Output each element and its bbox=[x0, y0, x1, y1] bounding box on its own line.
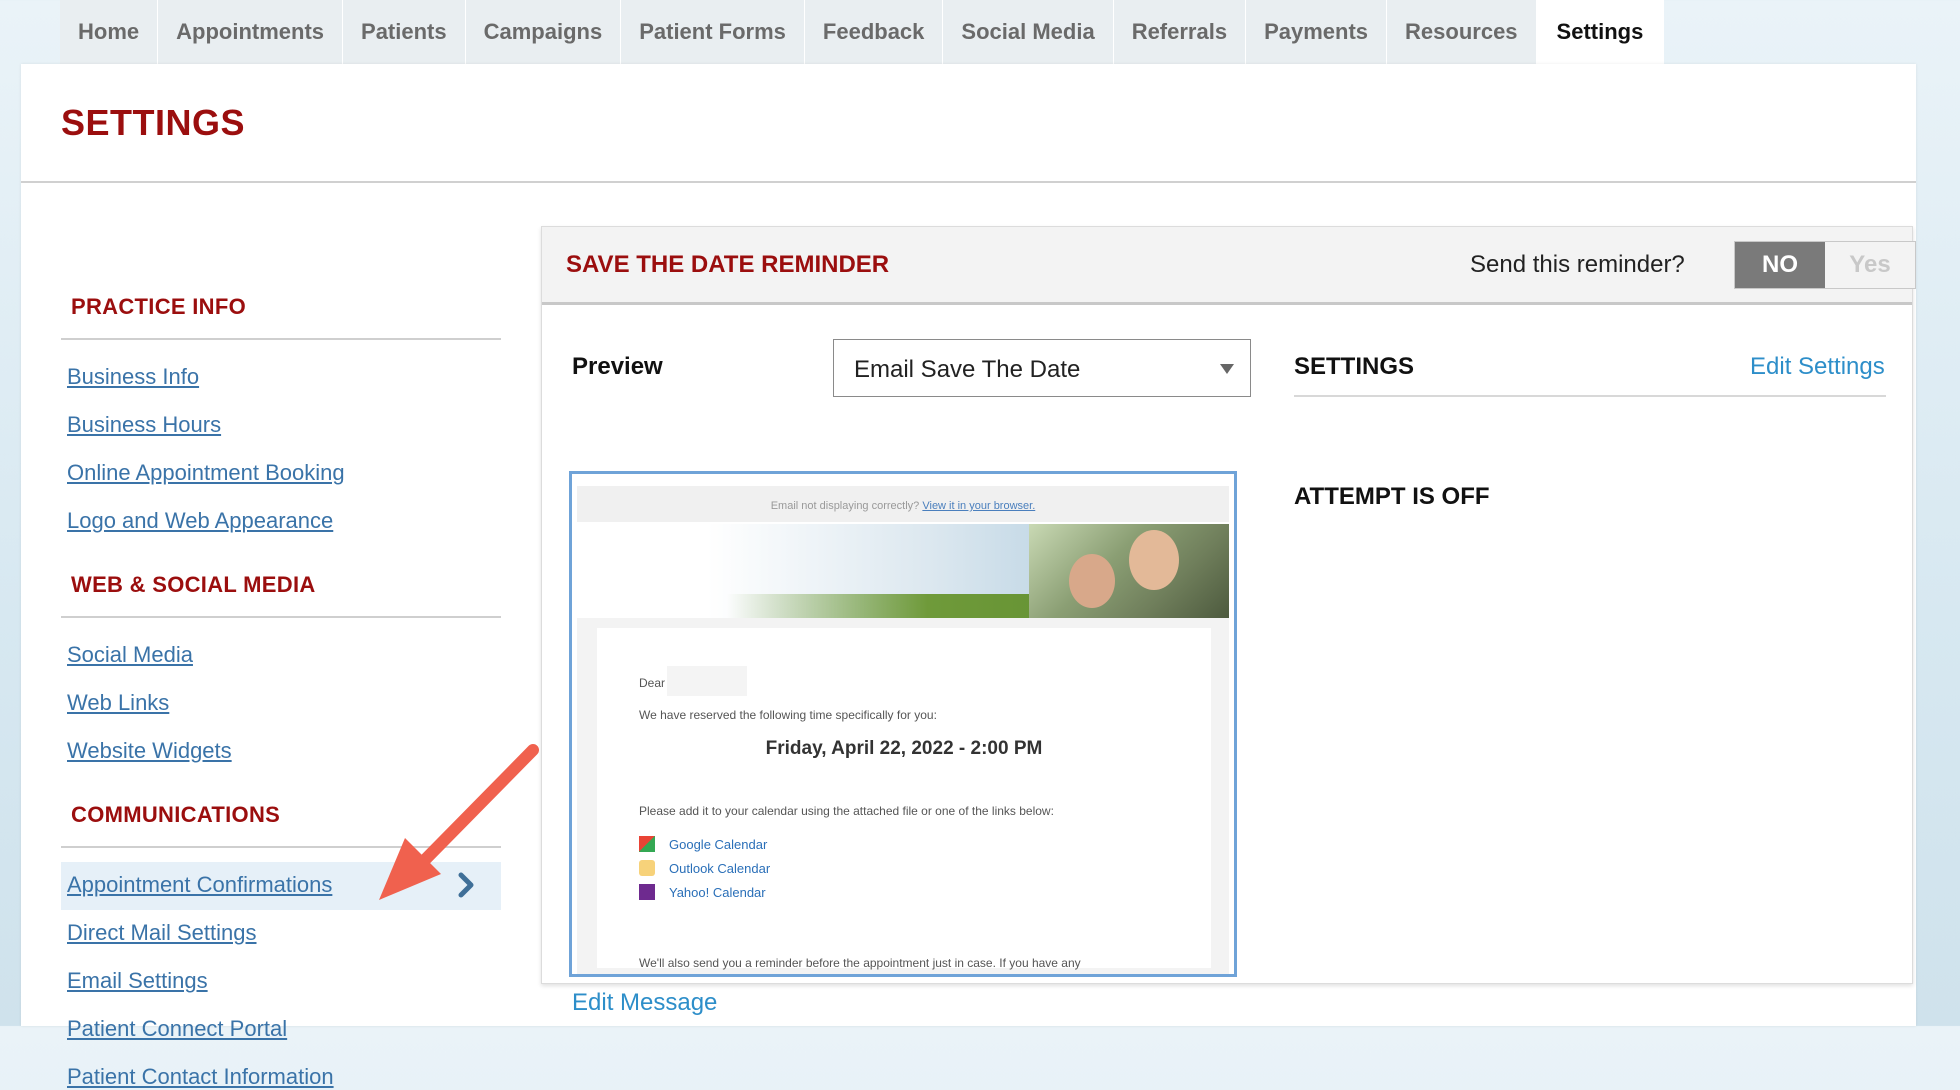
section-heading-communications: COMMUNICATIONS bbox=[71, 802, 281, 827]
title-divider bbox=[21, 181, 1916, 183]
annotation-arrow-icon bbox=[379, 744, 539, 900]
email-greeting: Dear bbox=[639, 676, 666, 690]
tab-home[interactable]: Home bbox=[60, 0, 159, 64]
toggle-yes-button[interactable]: Yes bbox=[1825, 242, 1915, 288]
section-divider bbox=[61, 616, 501, 618]
email-calendar-outlook[interactable]: Outlook Calendar bbox=[639, 860, 770, 876]
preview-label: Preview bbox=[572, 353, 663, 380]
tab-feedback[interactable]: Feedback bbox=[804, 0, 944, 64]
main-panel: SETTINGS PRACTICE INFO Business Info Bus… bbox=[21, 64, 1916, 1089]
sidebar-link-logo-web-appearance[interactable]: Logo and Web Appearance bbox=[67, 508, 333, 534]
email-appointment-date: Friday, April 22, 2022 - 2:00 PM bbox=[765, 738, 1043, 759]
outlook-calendar-icon bbox=[639, 860, 655, 876]
email-calendar-instructions: Please add it to your calendar using the… bbox=[639, 804, 1054, 818]
banner-person bbox=[1069, 554, 1115, 608]
sidebar-link-social-media[interactable]: Social Media bbox=[67, 642, 193, 668]
tab-campaigns[interactable]: Campaigns bbox=[465, 0, 622, 64]
toggle-no-button[interactable]: NO bbox=[1735, 242, 1825, 288]
sidebar-link-online-booking[interactable]: Online Appointment Booking bbox=[67, 460, 345, 486]
sidebar-link-business-info[interactable]: Business Info bbox=[67, 364, 199, 390]
section-divider bbox=[61, 338, 501, 340]
email-reminder-text: We'll also send you a reminder before th… bbox=[639, 956, 1081, 970]
banner-photo bbox=[1029, 524, 1229, 618]
save-the-date-reminder-card: SAVE THE DATE REMINDER Send this reminde… bbox=[541, 226, 1916, 1016]
card-header: SAVE THE DATE REMINDER Send this reminde… bbox=[542, 227, 1916, 305]
sidebar-link-direct-mail[interactable]: Direct Mail Settings bbox=[67, 920, 257, 946]
yahoo-calendar-icon bbox=[639, 884, 655, 900]
settings-divider bbox=[1294, 395, 1886, 397]
top-navigation: Home Appointments Patients Campaigns Pat… bbox=[60, 0, 1665, 64]
sidebar-link-patient-connect[interactable]: Patient Connect Portal bbox=[67, 1016, 287, 1042]
section-heading-web-social: WEB & SOCIAL MEDIA bbox=[71, 572, 316, 597]
email-content: Dear We have reserved the following time… bbox=[597, 628, 1211, 970]
view-in-browser-link[interactable]: View it in your browser. bbox=[922, 500, 1035, 512]
tab-payments[interactable]: Payments bbox=[1246, 0, 1388, 64]
tab-patient-forms[interactable]: Patient Forms bbox=[621, 0, 805, 64]
sidebar-link-business-hours[interactable]: Business Hours bbox=[67, 412, 221, 438]
email-calendar-yahoo[interactable]: Yahoo! Calendar bbox=[639, 884, 766, 900]
edit-message-link[interactable]: Edit Message bbox=[572, 989, 717, 1017]
yahoo-calendar-link[interactable]: Yahoo! Calendar bbox=[669, 885, 766, 900]
email-preview: Email not displaying correctly? View it … bbox=[569, 471, 1237, 977]
preview-select-value: Email Save The Date bbox=[854, 356, 1081, 383]
edit-settings-link[interactable]: Edit Settings bbox=[1750, 353, 1885, 381]
email-banner-image bbox=[577, 524, 1229, 618]
tab-referrals[interactable]: Referrals bbox=[1113, 0, 1247, 64]
sidebar-link-email-settings[interactable]: Email Settings bbox=[67, 968, 208, 994]
email-not-displaying-text: Email not displaying correctly? bbox=[770, 500, 920, 512]
sidebar-link-appointment-confirmations[interactable]: Appointment Confirmations bbox=[67, 872, 332, 898]
email-body: Dear We have reserved the following time… bbox=[577, 618, 1229, 974]
attempt-status: ATTEMPT IS OFF bbox=[1294, 483, 1490, 510]
caret-down-icon bbox=[1220, 364, 1234, 374]
sidebar-link-patient-contact[interactable]: Patient Contact Information bbox=[67, 1064, 334, 1090]
email-preview-topbar: Email not displaying correctly? View it … bbox=[577, 486, 1229, 522]
page-title: SETTINGS bbox=[61, 102, 246, 143]
google-calendar-icon bbox=[639, 836, 655, 852]
patient-name-placeholder bbox=[667, 666, 747, 696]
banner-person bbox=[1129, 530, 1179, 590]
send-reminder-label: Send this reminder? bbox=[1470, 251, 1685, 278]
email-display-note: Email not displaying correctly? View it … bbox=[577, 500, 1229, 512]
card-title: SAVE THE DATE REMINDER bbox=[566, 251, 890, 278]
email-calendar-google[interactable]: Google Calendar bbox=[639, 836, 767, 852]
email-reserved-text: We have reserved the following time spec… bbox=[639, 708, 937, 722]
tab-appointments[interactable]: Appointments bbox=[158, 0, 344, 64]
google-calendar-link[interactable]: Google Calendar bbox=[669, 837, 767, 852]
section-heading-practice-info: PRACTICE INFO bbox=[71, 294, 247, 319]
preview-type-select[interactable]: Email Save The Date bbox=[833, 339, 1251, 397]
settings-heading: SETTINGS bbox=[1294, 353, 1415, 380]
tab-resources[interactable]: Resources bbox=[1387, 0, 1537, 64]
tab-social-media[interactable]: Social Media bbox=[943, 0, 1114, 64]
outlook-calendar-link[interactable]: Outlook Calendar bbox=[669, 861, 770, 876]
tab-patients[interactable]: Patients bbox=[343, 0, 466, 64]
sidebar-link-website-widgets[interactable]: Website Widgets bbox=[67, 738, 232, 764]
tab-settings[interactable]: Settings bbox=[1536, 0, 1665, 64]
send-reminder-toggle: NO Yes bbox=[1734, 241, 1916, 289]
sidebar-link-web-links[interactable]: Web Links bbox=[67, 690, 169, 716]
